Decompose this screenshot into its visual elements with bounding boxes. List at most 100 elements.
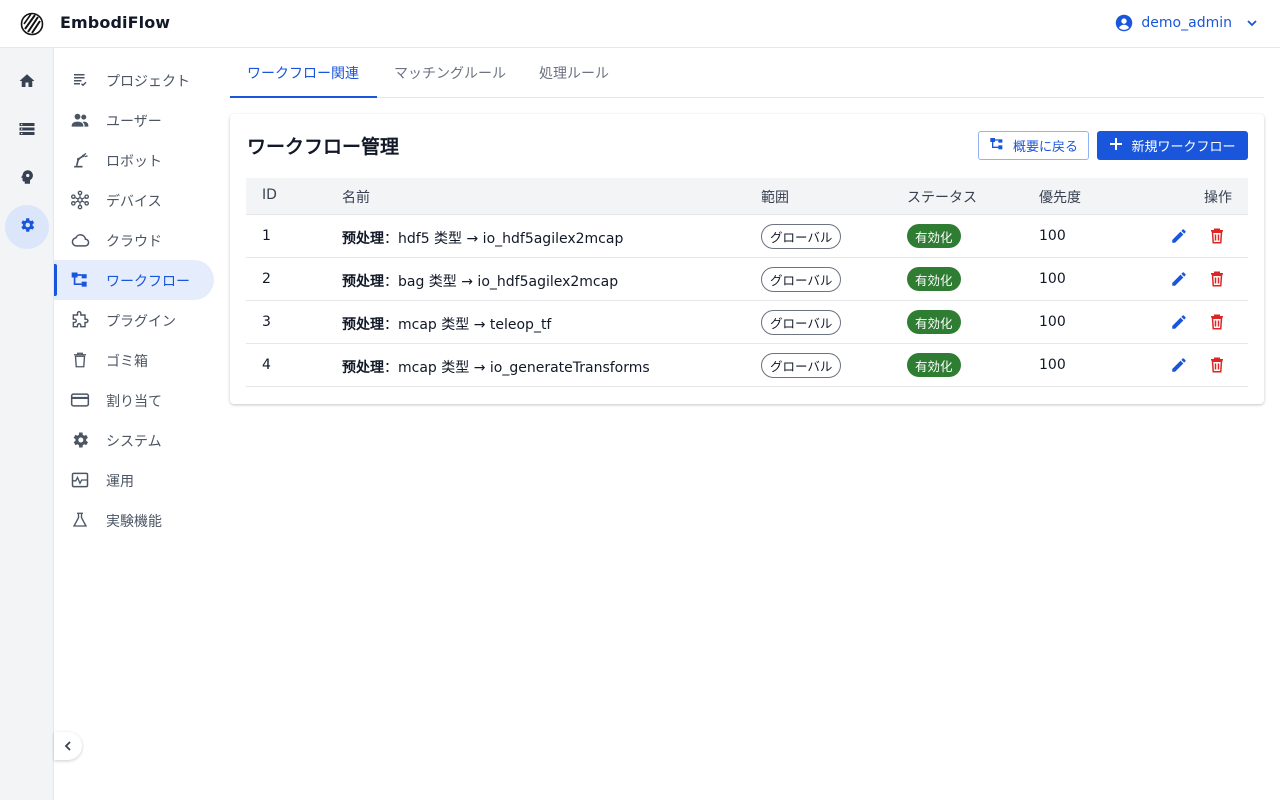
name-prefix: 预处理 [342, 360, 384, 376]
icon-rail [0, 48, 54, 800]
scope-chip: グローバル [761, 353, 842, 378]
status-badge: 有効化 [907, 353, 961, 377]
sidebar-item-projects[interactable]: プロジェクト [54, 60, 214, 100]
sidebar: プロジェクト ユーザー ロボット デバイス クラウド ワークフロー プラグイン … [54, 48, 224, 800]
account-circle-icon [1115, 14, 1133, 32]
sidebar-item-allocation[interactable]: 割り当て [54, 380, 214, 420]
sidebar-item-experimental[interactable]: 実験機能 [54, 500, 214, 540]
workflow-management-card: ワークフロー管理 概要に戻る 新規ワークフロー ID 名前 範囲 ステータス 優… [230, 114, 1264, 404]
cell-name: 预处理：hdf5 类型 → io_hdf5agilex2mcap [342, 228, 623, 248]
sidebar-item-users[interactable]: ユーザー [54, 100, 214, 140]
storage-icon [18, 120, 36, 142]
edit-icon[interactable] [1169, 355, 1189, 375]
page-title: ワークフロー管理 [247, 136, 400, 158]
delete-icon[interactable] [1207, 312, 1227, 332]
collapse-sidebar-button[interactable] [54, 732, 82, 760]
column-header-id: ID [262, 187, 277, 203]
column-header-name: 名前 [342, 190, 370, 206]
cell-id: 2 [262, 271, 271, 287]
column-header-scope: 範囲 [761, 190, 789, 206]
tab-workflow-related[interactable]: ワークフロー関連 [247, 63, 359, 83]
edit-icon[interactable] [1169, 269, 1189, 289]
brain-icon [18, 168, 36, 190]
device-network-icon [70, 190, 90, 210]
flask-icon [70, 510, 90, 530]
sidebar-item-label: 割り当て [106, 394, 162, 410]
sidebar-item-system[interactable]: システム [54, 420, 214, 460]
puzzle-icon [70, 310, 90, 330]
users-icon [70, 110, 90, 130]
trash-icon [70, 350, 90, 370]
rail-ai[interactable] [5, 157, 49, 201]
sidebar-item-label: デバイス [106, 194, 162, 210]
name-text: ：hdf5 类型 → io_hdf5agilex2mcap [384, 231, 624, 247]
rail-settings[interactable] [5, 205, 49, 249]
credit-card-icon [70, 390, 90, 410]
name-prefix: 预处理 [342, 317, 384, 333]
sidebar-item-trash[interactable]: ゴミ箱 [54, 340, 214, 380]
user-menu[interactable]: demo_admin [1115, 14, 1258, 32]
sidebar-item-devices[interactable]: デバイス [54, 180, 214, 220]
new-workflow-label: 新規ワークフロー [1131, 140, 1236, 155]
workflow-icon [70, 270, 90, 290]
cell-name: 预处理：mcap 类型 → io_generateTransforms [342, 357, 650, 377]
workflow-table: ID 名前 範囲 ステータス 優先度 操作 1 预处理：hdf5 类型 → io… [246, 178, 1248, 387]
new-workflow-button[interactable]: 新規ワークフロー [1097, 131, 1248, 160]
table-row: 1 预处理：hdf5 类型 → io_hdf5agilex2mcap グローバル… [246, 215, 1248, 258]
user-name: demo_admin [1141, 15, 1232, 31]
scope-chip: グローバル [761, 310, 842, 335]
active-tab-indicator [230, 96, 377, 98]
app-title: EmbodiFlow [60, 13, 171, 32]
name-text: ：mcap 类型 → teleop_tf [384, 317, 552, 333]
monitoring-icon [70, 470, 90, 490]
cloud-icon [70, 230, 90, 250]
delete-icon[interactable] [1207, 226, 1227, 246]
sidebar-item-workflow[interactable]: ワークフロー [54, 260, 214, 300]
back-to-overview-button[interactable]: 概要に戻る [978, 131, 1089, 160]
table-row: 3 预处理：mcap 类型 → teleop_tf グローバル 有効化 100 [246, 301, 1248, 344]
sidebar-item-label: 実験機能 [106, 514, 162, 530]
column-header-status: ステータス [907, 190, 977, 206]
home-icon [18, 72, 36, 94]
gear-icon [18, 216, 36, 238]
edit-icon[interactable] [1169, 226, 1189, 246]
cell-priority: 100 [1039, 314, 1066, 330]
sidebar-item-plugins[interactable]: プラグイン [54, 300, 214, 340]
tab-processing-rules[interactable]: 処理ルール [539, 63, 609, 83]
app-logo-icon [20, 12, 44, 36]
table-row: 2 预处理：bag 类型 → io_hdf5agilex2mcap グローバル … [246, 258, 1248, 301]
sidebar-item-robots[interactable]: ロボット [54, 140, 214, 180]
status-badge: 有効化 [907, 224, 961, 248]
cell-name: 预处理：bag 类型 → io_hdf5agilex2mcap [342, 271, 618, 291]
cell-priority: 100 [1039, 228, 1066, 244]
sidebar-item-label: ゴミ箱 [106, 354, 148, 370]
table-row: 4 预处理：mcap 类型 → io_generateTransforms グロ… [246, 344, 1248, 387]
cell-id: 4 [262, 357, 271, 373]
sidebar-item-label: ワークフロー [106, 274, 190, 290]
tab-matching-rules[interactable]: マッチングルール [394, 63, 506, 83]
scope-chip: グローバル [761, 224, 842, 249]
rail-storage[interactable] [5, 109, 49, 153]
sidebar-item-label: ロボット [106, 154, 162, 170]
cell-name: 预处理：mcap 类型 → teleop_tf [342, 314, 551, 334]
gear-icon [70, 430, 90, 450]
workflow-icon [989, 136, 1005, 156]
column-header-priority: 優先度 [1039, 190, 1081, 206]
sidebar-item-label: クラウド [106, 234, 162, 250]
sidebar-item-label: システム [106, 434, 162, 450]
back-to-overview-label: 概要に戻る [1012, 140, 1078, 155]
sidebar-item-cloud[interactable]: クラウド [54, 220, 214, 260]
name-prefix: 预处理 [342, 274, 384, 290]
delete-icon[interactable] [1207, 269, 1227, 289]
scope-chip: グローバル [761, 267, 842, 292]
rail-home[interactable] [5, 61, 49, 105]
chevron-left-icon [62, 737, 74, 756]
project-list-icon [70, 70, 90, 90]
name-text: ：mcap 类型 → io_generateTransforms [384, 360, 650, 376]
sidebar-item-label: プロジェクト [106, 74, 190, 90]
column-header-actions: 操作 [1204, 190, 1232, 206]
sidebar-item-operations[interactable]: 運用 [54, 460, 214, 500]
plus-icon [1109, 137, 1123, 155]
edit-icon[interactable] [1169, 312, 1189, 332]
delete-icon[interactable] [1207, 355, 1227, 375]
